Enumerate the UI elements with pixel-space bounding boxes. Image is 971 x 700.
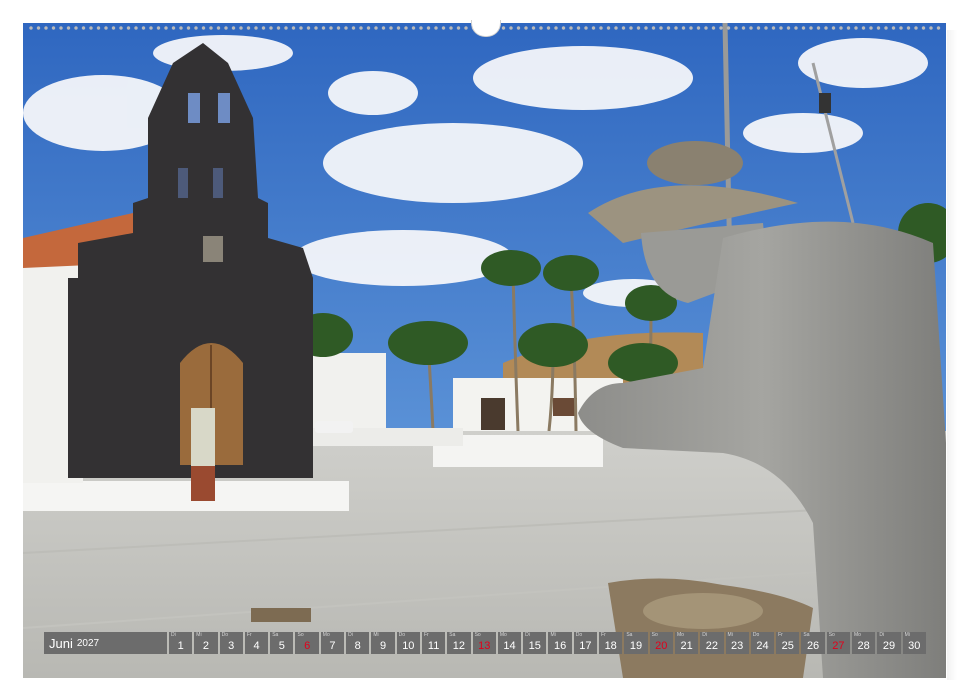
day-cell: Mo 14 [497, 632, 522, 654]
weekday-label: Fr [778, 632, 783, 638]
day-cell: Do 24 [750, 632, 775, 654]
weekday-label: Mi [196, 632, 202, 638]
weekday-label: Mi [727, 632, 733, 638]
day-cell: Sa 19 [624, 632, 648, 654]
weekday-label: Fr [423, 632, 429, 638]
weekday-label: Mi [373, 632, 379, 638]
day-number: 12 [452, 640, 466, 652]
day-cell: Do 10 [396, 632, 420, 654]
day-number: 2 [202, 640, 209, 652]
day-cell: Di 1 [169, 632, 193, 654]
month-calendar-bar: Juni 2027 Di 1 Mi 2 Do 3 Fr 4 Sa 5 So 6 Mo 7 Di 8 Mi 9 Do 1… [44, 632, 926, 654]
weekday-label: Fr [601, 632, 606, 638]
day-cell: Sa 12 [447, 632, 471, 654]
day-number: 18 [604, 640, 617, 652]
day-number: 21 [680, 640, 693, 652]
weekday-label: Mo [854, 632, 861, 638]
day-number: 6 [304, 640, 311, 652]
page-edge-shadow [947, 30, 957, 680]
day-cell: Mi 30 [902, 632, 926, 654]
day-number: 28 [857, 640, 870, 652]
month-name: Juni [49, 635, 73, 651]
month-year: 2027 [76, 637, 100, 649]
day-cell: Sa 26 [801, 632, 825, 654]
day-cell: Di 15 [523, 632, 547, 654]
day-cell: Fr 11 [421, 632, 446, 654]
weekday-label: Mo [322, 632, 330, 638]
weekday-label: Sa [803, 632, 810, 638]
day-cell: Di 22 [700, 632, 724, 654]
weekday-label: Sa [449, 632, 456, 638]
day-number: 13 [478, 640, 491, 652]
day-number: 24 [756, 640, 769, 652]
day-number: 10 [402, 640, 415, 652]
day-cell: Di 8 [346, 632, 370, 654]
day-number: 5 [278, 640, 285, 652]
weekday-label: Di [171, 632, 176, 638]
day-cell: So 6 [295, 632, 319, 654]
weekday-label: Do [398, 632, 406, 638]
day-cell: Fr 4 [244, 632, 269, 654]
day-number: 23 [731, 640, 744, 652]
weekday-label: Di [879, 632, 885, 638]
weekday-label: Fr [246, 632, 252, 638]
day-number: 3 [228, 640, 235, 652]
day-number: 8 [354, 640, 361, 652]
day-number: 22 [705, 640, 718, 652]
day-number: 25 [781, 640, 794, 652]
day-cell: Mi 23 [725, 632, 749, 654]
day-cell: Fr 25 [776, 632, 800, 654]
weekday-label: Do [221, 632, 228, 638]
day-cell: Mo 21 [674, 632, 699, 654]
day-cell: So 13 [472, 632, 496, 654]
day-cell: Do 17 [573, 632, 598, 654]
weekday-label: Sa [272, 632, 279, 638]
day-cell: Do 3 [219, 632, 243, 654]
day-number: 1 [177, 640, 184, 652]
weekday-label: Sa [626, 632, 633, 638]
weekday-label: So [828, 632, 835, 638]
day-number: 11 [427, 640, 440, 652]
day-cell: Fr 18 [599, 632, 623, 654]
day-number: 30 [908, 640, 921, 652]
day-number: 7 [329, 640, 336, 652]
day-cell: Di 29 [877, 632, 901, 654]
weekday-label: Di [525, 632, 530, 638]
calendar-photo [23, 23, 946, 678]
day-number: 14 [503, 640, 516, 652]
weekday-label: So [474, 632, 481, 638]
day-number: 4 [253, 640, 260, 652]
day-number: 29 [882, 640, 896, 652]
weekday-label: Mi [904, 632, 910, 638]
day-cell: Sa 5 [270, 632, 294, 654]
day-cell: Mo 7 [320, 632, 345, 654]
day-cell: Mi 9 [371, 632, 395, 654]
day-number: 27 [832, 640, 845, 652]
day-cell: So 27 [826, 632, 851, 654]
day-cell: Mi 16 [548, 632, 572, 654]
day-number: 20 [655, 640, 668, 652]
weekday-label: Do [752, 632, 760, 638]
weekday-label: Do [575, 632, 583, 638]
day-number: 9 [379, 640, 387, 652]
weekday-label: Mo [499, 632, 507, 638]
day-number: 19 [629, 640, 643, 652]
calendar-page: Juni 2027 Di 1 Mi 2 Do 3 Fr 4 Sa 5 So 6 Mo 7 Di 8 Mi 9 Do 1… [0, 0, 971, 700]
day-number: 17 [579, 640, 592, 652]
day-number: 15 [528, 640, 541, 652]
day-number: 16 [553, 640, 567, 652]
day-cell: Mo 28 [852, 632, 876, 654]
weekday-label: Mi [550, 632, 556, 638]
weekday-label: Mo [676, 632, 684, 638]
day-cell: Mi 2 [194, 632, 218, 654]
day-cell: So 20 [649, 632, 673, 654]
weekday-label: Di [702, 632, 707, 638]
weekday-label: So [651, 632, 658, 638]
month-label-cell: Juni 2027 [44, 632, 167, 654]
weekday-label: Di [348, 632, 353, 638]
day-number: 26 [806, 640, 820, 652]
weekday-label: So [297, 632, 304, 638]
